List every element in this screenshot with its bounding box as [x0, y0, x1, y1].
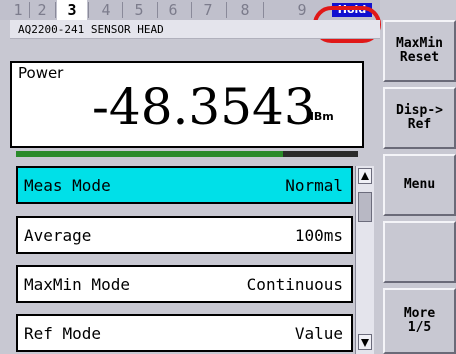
tab-4[interactable]: 4: [91, 0, 121, 20]
setting-row-meas-mode[interactable]: Meas Mode Normal: [16, 166, 353, 204]
disp-ref-button[interactable]: Disp-> Ref: [383, 87, 456, 149]
scroll-up-button[interactable]: [358, 168, 372, 184]
tab-7[interactable]: 7: [192, 0, 224, 20]
level-bar: [16, 151, 358, 157]
scroll-down-button[interactable]: [358, 334, 372, 350]
setting-value: Continuous: [246, 275, 343, 294]
tab-9[interactable]: 9: [292, 0, 312, 20]
measurement-panel: Power -48.3543 dBm: [10, 61, 364, 148]
tab-3[interactable]: 3: [57, 0, 87, 20]
tab-1[interactable]: 1: [8, 0, 28, 20]
setting-name: Average: [24, 226, 92, 245]
softkey-panel: MaxMin Reset Disp-> Ref Menu More 1/5: [383, 20, 456, 354]
tab-divider: [226, 2, 227, 18]
tab-6[interactable]: 6: [158, 0, 188, 20]
scroll-thumb[interactable]: [358, 192, 372, 222]
measurement-label: Power: [18, 64, 64, 82]
maxmin-reset-button[interactable]: MaxMin Reset: [383, 20, 456, 82]
measurement-value: -48.3543: [92, 78, 316, 136]
tab-divider: [263, 2, 264, 18]
tab-divider: [122, 2, 123, 18]
setting-value: 100ms: [294, 226, 343, 245]
setting-row-average[interactable]: Average 100ms: [16, 216, 353, 254]
setting-row-maxmin-mode[interactable]: MaxMin Mode Continuous: [16, 265, 353, 303]
tab-2[interactable]: 2: [31, 0, 53, 20]
channel-tab-bar: 1 2 3 4 5 6 7 8 9 Hold: [0, 0, 381, 43]
setting-name: MaxMin Mode: [24, 275, 130, 294]
sensor-screen: 1 2 3 4 5 6 7 8 9 Hold AQ2200-241 SENSOR…: [0, 0, 456, 354]
device-name: AQ2200-241 SENSOR HEAD: [10, 20, 380, 39]
setting-value: Value: [294, 324, 343, 343]
arrow-up-icon: [361, 172, 369, 180]
blank-softkey[interactable]: [383, 221, 456, 283]
measurement-unit: dBm: [306, 110, 334, 123]
settings-list: Meas Mode Normal Average 100ms MaxMin Mo…: [16, 166, 353, 354]
setting-name: Ref Mode: [24, 324, 102, 343]
settings-scrollbar[interactable]: [355, 166, 374, 354]
tab-divider: [55, 2, 56, 18]
tab-5[interactable]: 5: [124, 0, 154, 20]
tab-divider: [88, 2, 89, 18]
menu-button[interactable]: Menu: [383, 154, 456, 216]
setting-name: Meas Mode: [24, 176, 111, 195]
tab-8[interactable]: 8: [228, 0, 262, 20]
level-bar-fill: [16, 151, 283, 157]
tab-divider: [29, 2, 30, 18]
setting-value: Normal: [285, 176, 343, 195]
arrow-down-icon: [361, 339, 369, 347]
setting-row-ref-mode[interactable]: Ref Mode Value: [16, 314, 353, 352]
more-button[interactable]: More 1/5: [383, 288, 456, 354]
